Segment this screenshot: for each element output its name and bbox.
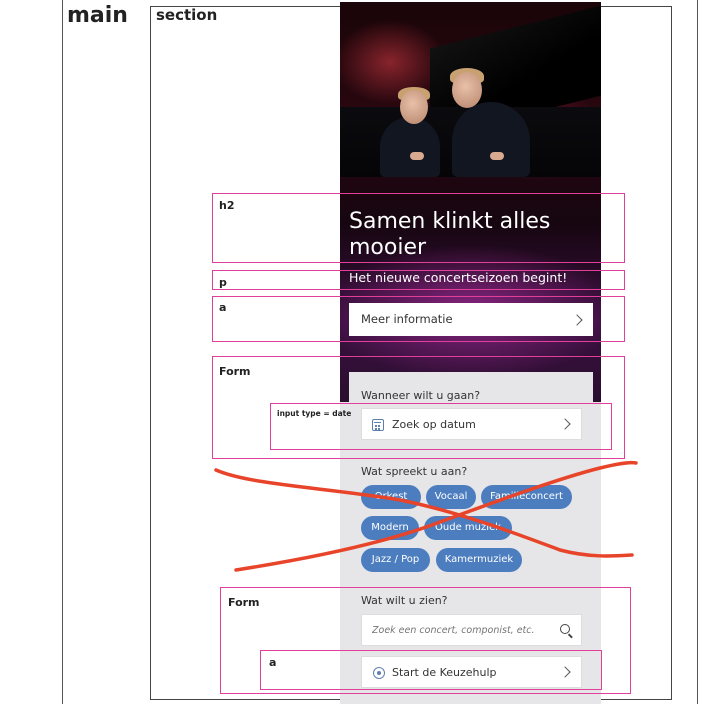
genre-chip-kamermuziek[interactable]: Kamermuziek — [436, 548, 522, 572]
pianist-right-face — [452, 72, 482, 108]
genre-question: Wat spreekt u aan? — [361, 465, 468, 478]
pianist-right-hand — [490, 152, 504, 160]
genre-chip-orkest[interactable]: Orkest — [361, 485, 421, 509]
a2-outline — [260, 650, 602, 690]
form-annotation: Form — [219, 365, 251, 378]
genre-chip-familieconcert[interactable]: Familieconcert — [481, 485, 572, 509]
genre-chip-oude-muziek[interactable]: Oude muziek — [424, 516, 512, 540]
h2-outline — [212, 193, 625, 263]
pianist-left-hand — [410, 152, 424, 160]
pianist-right — [452, 102, 530, 177]
genre-chip-vocaal[interactable]: Vocaal — [426, 485, 476, 509]
p-outline — [212, 270, 625, 290]
section-annotation: section — [156, 6, 218, 24]
main-annotation: main — [67, 3, 128, 28]
pianist-left — [380, 117, 440, 177]
genre-chip-jazz-pop[interactable]: Jazz / Pop — [361, 548, 430, 572]
a2-annotation: a — [269, 656, 277, 669]
date-input-annotation: input type = date — [277, 409, 352, 418]
a-outline — [212, 296, 625, 342]
pianist-left-face — [400, 90, 428, 124]
genre-chip-modern[interactable]: Modern — [361, 516, 419, 540]
form2-annotation: Form — [228, 596, 260, 609]
h2-annotation: h2 — [219, 199, 235, 212]
a-annotation: a — [219, 301, 227, 314]
p-annotation: p — [219, 276, 227, 289]
